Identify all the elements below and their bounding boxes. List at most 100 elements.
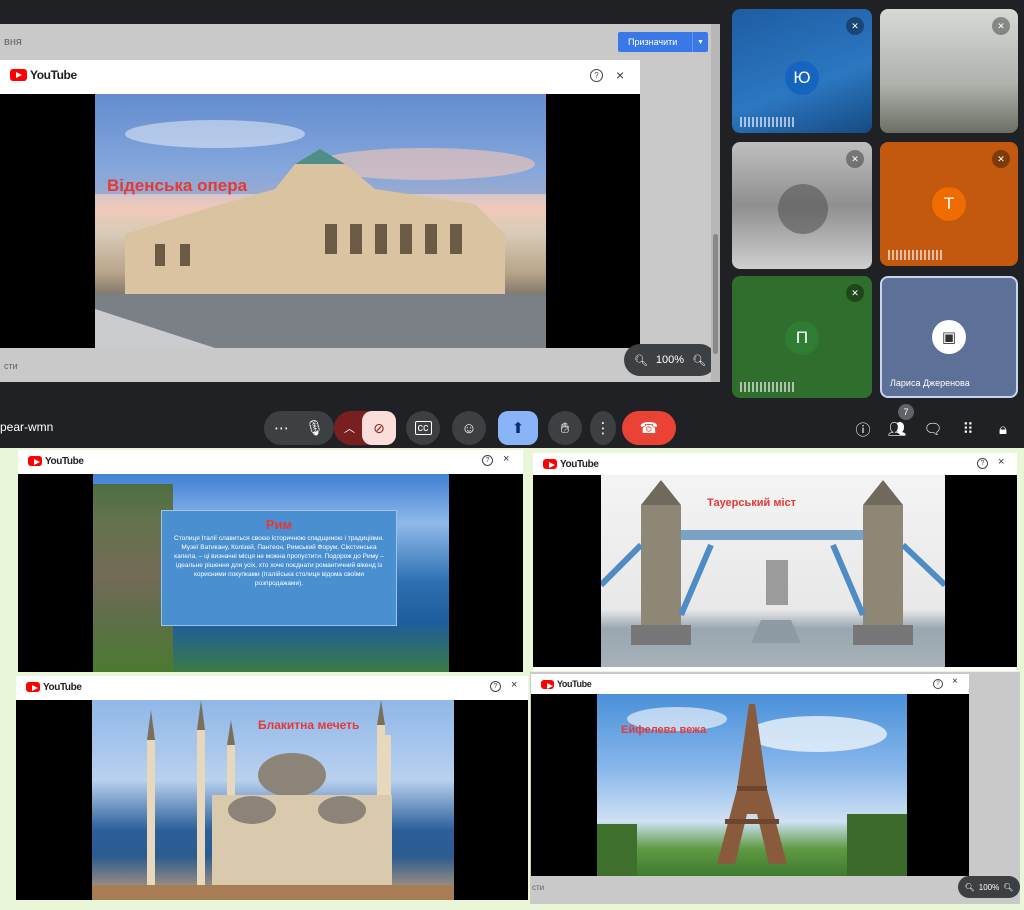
dropdown-caret-icon[interactable]: ▼ (692, 32, 708, 52)
youtube-window-eiffel: YouTube ? × Ейфелева вежа (531, 674, 969, 876)
close-icon[interactable]: × (511, 680, 517, 691)
youtube-logo-text: YouTube (45, 455, 84, 467)
participant-tile-p[interactable]: ✕ П (732, 276, 872, 398)
leave-call-icon[interactable]: ☎︎ (622, 411, 676, 445)
opera-building-image (95, 94, 546, 348)
help-icon[interactable]: ? (590, 69, 603, 82)
present-screen-icon[interactable]: ⬆ (498, 411, 538, 445)
info-icon[interactable]: ⓘ (852, 418, 874, 440)
participant-name-scribble (740, 117, 794, 127)
help-icon[interactable]: ? (490, 681, 501, 692)
participant-name-scribble (888, 250, 942, 260)
slide-title: Ейфелева вежа (621, 724, 707, 736)
slide-title: Блакитна мечеть (258, 718, 360, 732)
zoom-control: 🔍︎ 100% 🔍︎ (624, 344, 716, 376)
emoji-icon[interactable]: ☺ (452, 411, 486, 445)
captions-icon[interactable]: cc (406, 411, 440, 445)
slide-tower-bridge: Тауерський міст (601, 475, 945, 667)
zoom-in-icon[interactable]: 🔍︎ (1003, 883, 1013, 892)
close-icon[interactable]: × (503, 454, 509, 465)
help-icon[interactable]: ? (933, 679, 943, 689)
participant-tile-video-1[interactable]: ✕ (880, 9, 1018, 133)
slide-title: Тауерський міст (707, 497, 797, 509)
chevron-up-icon[interactable]: ︿ (344, 420, 355, 436)
mic-control-group: ⋯ 🎙︎ (264, 411, 334, 445)
help-icon[interactable]: ? (977, 458, 988, 469)
blurred-person (778, 184, 828, 234)
video-player[interactable]: Тауерський міст (533, 475, 1017, 667)
zoom-level: 100% (978, 882, 1000, 892)
youtube-logo-text: YouTube (43, 681, 82, 693)
host-controls-icon[interactable]: 🔒︎ (992, 418, 1014, 440)
zoom-out-icon[interactable]: 🔍︎ (634, 354, 648, 367)
classroom-tab-fragment: вня (4, 36, 22, 48)
youtube-logo: YouTube (26, 682, 82, 693)
help-icon[interactable]: ? (482, 455, 493, 466)
avatar: Т (932, 187, 966, 221)
scrollbar[interactable] (711, 24, 720, 382)
mic-off-icon: ✕ (846, 284, 864, 302)
video-player[interactable]: Віденська опера (0, 94, 640, 348)
camera-control-group: ︿ ⊘ (334, 411, 396, 445)
slide-body: Столиця Італії славиться своєю історично… (174, 535, 384, 587)
youtube-logo: YouTube (541, 679, 592, 689)
youtube-window-blue-mosque: YouTube ? × Блакитна мечеть (16, 676, 528, 900)
zoom-out-icon[interactable]: 🔍︎ (965, 883, 975, 892)
classroom-bottom-fragment: сти (532, 883, 545, 892)
youtube-titlebar: YouTube ? × (16, 676, 528, 698)
video-player[interactable]: Ейфелева вежа (531, 694, 969, 876)
video-player[interactable]: Блакитна мечеть (16, 700, 528, 900)
participant-tile-video-2[interactable]: ✕ (732, 142, 872, 269)
meet-window: вня Призначити ▼ сти YouTube ? × Віденсь… (0, 0, 1024, 448)
camera-off-icon[interactable]: ⊘ (362, 411, 396, 445)
zoom-control: 🔍︎ 100% 🔍︎ (958, 876, 1020, 898)
slide-rome: Рим Столиця Італії славиться своєю істор… (93, 474, 449, 672)
participant-tile-yu[interactable]: ✕ Ю (732, 9, 872, 133)
more-audio-icon[interactable]: ⋯ (274, 419, 289, 437)
participants-count-badge: 7 (898, 404, 914, 420)
rome-text-box: Рим Столиця Італії славиться своєю істор… (161, 510, 397, 626)
participant-tile-t[interactable]: ✕ Т (880, 142, 1018, 266)
mic-off-icon: ✕ (992, 17, 1010, 35)
close-icon[interactable]: × (998, 457, 1004, 468)
youtube-titlebar: YouTube ? × (18, 450, 523, 472)
youtube-window: YouTube ? × Віденська опера (0, 60, 640, 348)
slides-collage: YouTube ? × Рим Столиця Італії славиться… (0, 448, 1024, 910)
youtube-logo-text: YouTube (560, 458, 599, 470)
youtube-titlebar: YouTube ? × (0, 60, 640, 90)
slide-title: Рим (265, 517, 293, 532)
raise-hand-icon[interactable]: ✋︎ (548, 411, 582, 445)
youtube-window-rome: YouTube ? × Рим Столиця Італії славиться… (18, 450, 523, 672)
youtube-titlebar: YouTube ? × (533, 453, 1017, 475)
youtube-logo-text: YouTube (557, 679, 592, 689)
assign-button[interactable]: Призначити ▼ (618, 32, 708, 52)
meeting-code: pear-wmn (0, 420, 54, 434)
video-player[interactable]: Рим Столиця Італії славиться своєю істор… (18, 474, 523, 672)
slide-blue-mosque: Блакитна мечеть (92, 700, 454, 900)
chat-icon[interactable]: 🗨︎ (922, 418, 944, 440)
youtube-play-icon (10, 69, 27, 81)
youtube-play-icon (541, 679, 554, 689)
mic-off-icon: ✕ (846, 150, 864, 168)
presenting-icon: ▣ (932, 320, 966, 354)
slide-eiffel-tower: Ейфелева вежа (597, 694, 907, 876)
zoom-in-icon[interactable]: 🔍︎ (692, 354, 706, 367)
close-icon[interactable]: × (952, 677, 958, 687)
close-icon[interactable]: × (616, 68, 624, 82)
scrollbar-thumb[interactable] (713, 234, 718, 354)
more-options-icon[interactable]: ⋮ (590, 411, 616, 445)
youtube-logo: YouTube (28, 456, 84, 467)
participant-tile-presenter[interactable]: ▣ Лариса Джеренова (880, 276, 1018, 398)
shared-screen: вня Призначити ▼ сти YouTube ? × Віденсь… (0, 24, 720, 382)
avatar: Ю (785, 61, 819, 95)
eiffel-tower-image (597, 704, 907, 876)
youtube-logo: YouTube (10, 68, 77, 82)
participant-name: Лариса Джеренова (890, 378, 970, 388)
mic-icon[interactable]: 🎙︎ (305, 419, 324, 437)
youtube-window-tower-bridge: YouTube ? × Тауерський міст (533, 453, 1017, 671)
activities-icon[interactable]: ⠿ (957, 418, 979, 440)
zoom-level: 100% (655, 354, 685, 366)
youtube-logo-text: YouTube (30, 68, 77, 82)
youtube-play-icon (543, 459, 557, 469)
people-icon[interactable]: 👥︎ (886, 418, 908, 440)
